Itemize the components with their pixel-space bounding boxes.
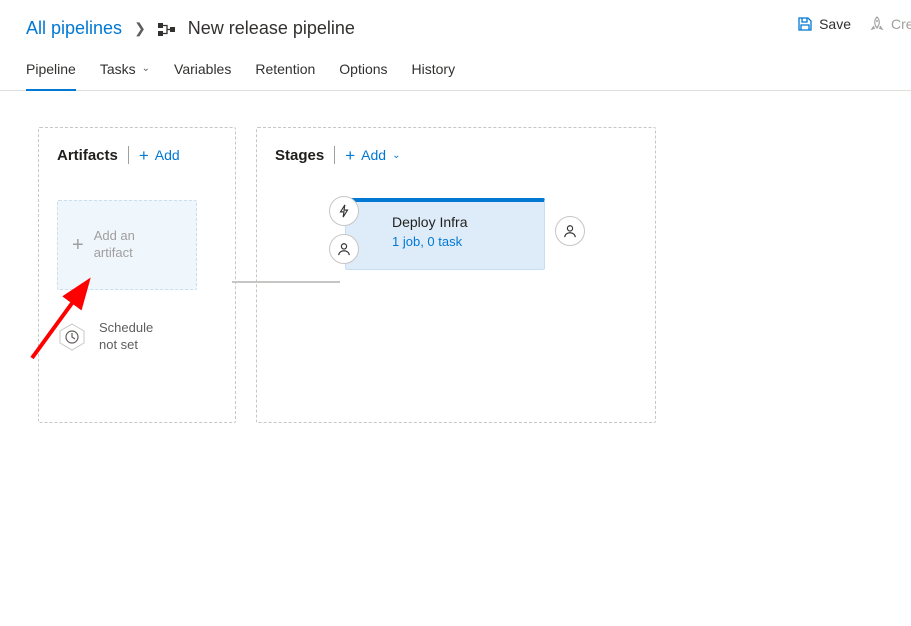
divider xyxy=(128,146,129,164)
breadcrumb-root-link[interactable]: All pipelines xyxy=(26,18,122,39)
chevron-down-icon: ⌄ xyxy=(392,150,400,161)
tab-variables[interactable]: Variables xyxy=(174,49,231,91)
plus-icon: + xyxy=(345,147,355,164)
add-artifact-text: Add an artifact xyxy=(94,228,135,262)
add-stage-label: Add xyxy=(361,147,386,163)
artifacts-header: Artifacts + Add xyxy=(57,146,217,164)
stage-name: Deploy Infra xyxy=(392,214,534,230)
artifacts-title: Artifacts xyxy=(57,147,118,164)
topbar-actions: Save Crea xyxy=(797,16,911,32)
tab-options[interactable]: Options xyxy=(339,49,387,91)
add-artifact-label: Add xyxy=(155,147,180,163)
stage-post-approval-button[interactable] xyxy=(555,216,585,246)
create-label: Crea xyxy=(891,16,911,32)
stage-area: Deploy Infra 1 job, 0 task xyxy=(345,198,569,270)
tab-bar: Pipeline Tasks ⌄ Variables Retention Opt… xyxy=(0,49,911,91)
chevron-down-icon: ⌄ xyxy=(142,63,150,74)
divider xyxy=(334,146,335,164)
plus-icon: + xyxy=(72,234,84,257)
connector-line xyxy=(232,281,340,283)
stage-pre-approval-button[interactable] xyxy=(329,234,359,264)
person-icon xyxy=(337,242,351,256)
stage-card[interactable]: Deploy Infra 1 job, 0 task xyxy=(345,198,545,270)
tab-pipeline-label: Pipeline xyxy=(26,61,76,77)
save-label: Save xyxy=(819,16,851,32)
placeholder-line2: artifact xyxy=(94,245,133,260)
tab-options-label: Options xyxy=(339,61,387,77)
add-artifact-card[interactable]: + Add an artifact xyxy=(57,200,197,290)
pipeline-canvas: Artifacts + Add + Add an artifact xyxy=(0,91,911,423)
page-title[interactable]: New release pipeline xyxy=(188,18,355,39)
save-button[interactable]: Save xyxy=(797,16,851,32)
chevron-right-icon: ❯ xyxy=(134,20,146,37)
schedule-text: Schedule not set xyxy=(99,320,153,354)
schedule-button[interactable] xyxy=(57,322,87,352)
tab-history[interactable]: History xyxy=(412,49,456,91)
rocket-icon xyxy=(869,16,885,32)
tab-history-label: History xyxy=(412,61,456,77)
tab-tasks-label: Tasks xyxy=(100,61,136,77)
tab-tasks[interactable]: Tasks ⌄ xyxy=(100,49,150,91)
stages-title: Stages xyxy=(275,147,324,164)
schedule-row: Schedule not set xyxy=(57,320,217,354)
tab-variables-label: Variables xyxy=(174,61,231,77)
stages-panel: Stages + Add ⌄ Deploy In xyxy=(256,127,656,423)
plus-icon: + xyxy=(139,147,149,164)
schedule-line2: not set xyxy=(99,337,138,352)
add-stage-button[interactable]: + Add ⌄ xyxy=(345,147,400,164)
pipeline-icon xyxy=(158,21,176,37)
schedule-line1: Schedule xyxy=(99,320,153,335)
artifacts-panel: Artifacts + Add + Add an artifact xyxy=(38,127,236,423)
tab-retention[interactable]: Retention xyxy=(255,49,315,91)
add-artifact-button[interactable]: + Add xyxy=(139,147,180,164)
stages-header: Stages + Add ⌄ xyxy=(275,146,637,164)
person-icon xyxy=(563,224,577,238)
lightning-icon xyxy=(337,204,351,218)
save-icon xyxy=(797,16,813,32)
tab-pipeline[interactable]: Pipeline xyxy=(26,49,76,91)
create-release-button[interactable]: Crea xyxy=(869,16,911,32)
clock-icon xyxy=(57,322,87,352)
tab-retention-label: Retention xyxy=(255,61,315,77)
stage-pre-trigger-button[interactable] xyxy=(329,196,359,226)
breadcrumb: All pipelines ❯ New release pipeline xyxy=(0,0,911,49)
stage-tasks-link[interactable]: 1 job, 0 task xyxy=(392,234,534,249)
placeholder-line1: Add an xyxy=(94,228,135,243)
